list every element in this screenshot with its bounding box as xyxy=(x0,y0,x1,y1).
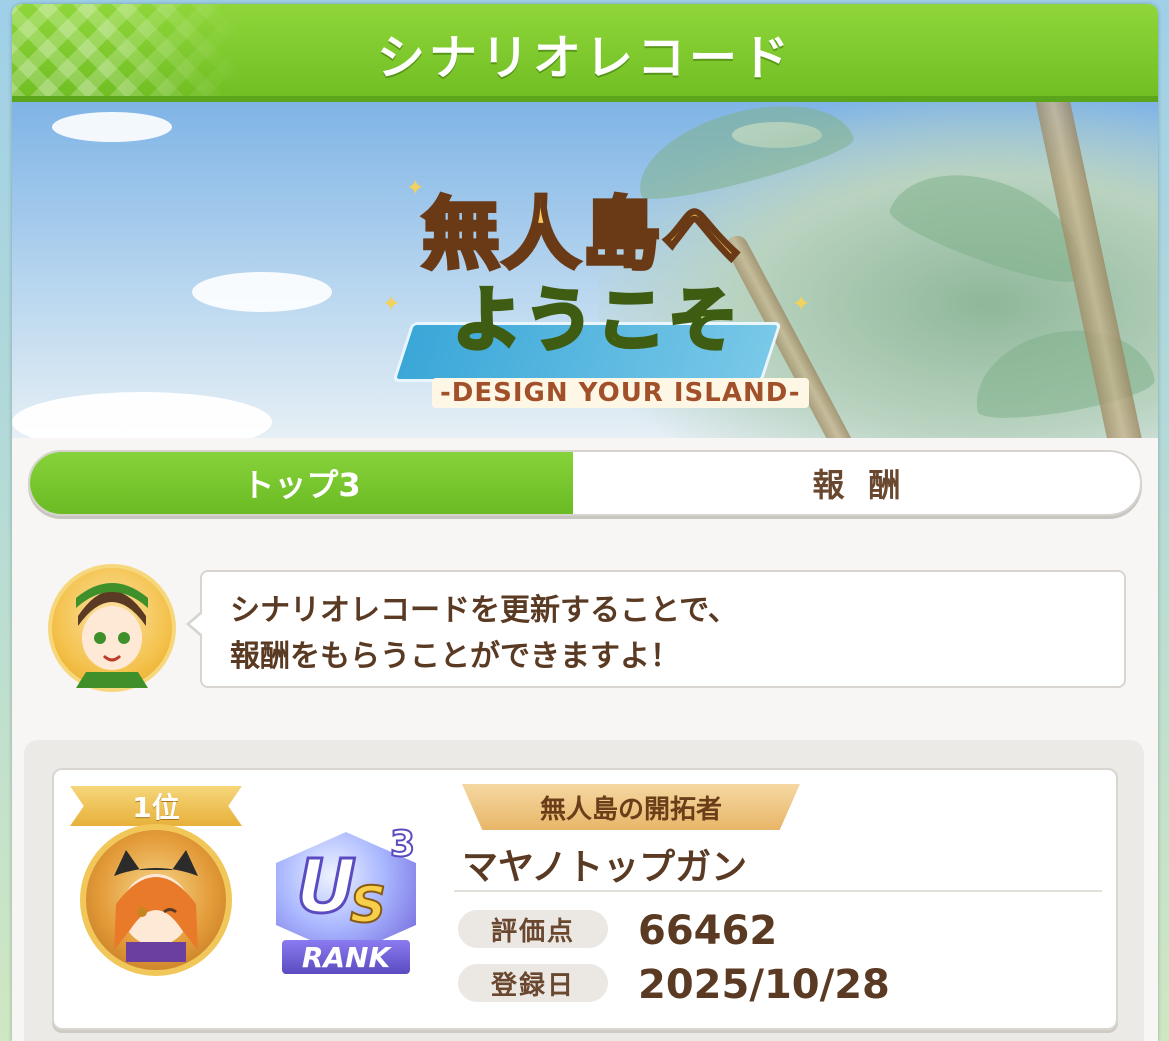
tab-bar: トップ3 報酬 xyxy=(28,450,1142,516)
scenario-record-panel: シナリオレコード 無人島へ ようこそ -DESIGN YOUR ISLAND- … xyxy=(12,4,1158,1041)
rank-letter-s: S xyxy=(349,875,387,935)
tab-top3[interactable]: トップ3 xyxy=(30,452,573,514)
cloud-decoration xyxy=(52,112,172,142)
page-title: シナリオレコード xyxy=(376,30,793,86)
rank-label: RANK xyxy=(282,940,410,974)
rank-position-badge: 1位 xyxy=(70,786,242,826)
guide-avatar xyxy=(48,564,176,692)
trainee-name: マヤノトップガン xyxy=(462,847,748,888)
trainee-character-icon xyxy=(114,850,198,962)
rank-level-number: 3 xyxy=(389,823,416,866)
score-value: 66462 xyxy=(638,908,778,954)
header: シナリオレコード xyxy=(12,4,1158,102)
sparkle-icon: ✦ xyxy=(792,292,811,317)
date-label: 登録日 xyxy=(458,964,608,1002)
us3-rank-icon: U S 3 RANK xyxy=(266,823,426,976)
logo-subtitle: -DESIGN YOUR ISLAND- xyxy=(432,378,809,408)
cloud-decoration xyxy=(192,272,332,312)
sparkle-icon: ✦ xyxy=(382,292,401,317)
scenario-logo: 無人島へ ようこそ -DESIGN YOUR ISLAND- xyxy=(372,172,812,412)
guide-speech-bubble: シナリオレコードを更新することで、 報酬をもらうことができますよ！ xyxy=(186,570,1126,688)
scenario-banner: 無人島へ ようこそ -DESIGN YOUR ISLAND- ✦ ✦ ✦ xyxy=(12,102,1158,438)
logo-title-line2: ようこそ xyxy=(450,277,740,363)
guide-character-icon xyxy=(76,583,148,688)
date-value: 2025/10/28 xyxy=(638,962,890,1008)
speech-line-2: 報酬をもらうことができますよ！ xyxy=(230,639,680,674)
record-divider xyxy=(454,890,1102,892)
trainee-title-badge: 無人島の開拓者 xyxy=(462,784,800,830)
tab-rewards[interactable]: 報酬 xyxy=(573,452,1140,514)
trainee-avatar[interactable] xyxy=(80,824,232,976)
sparkle-icon: ✦ xyxy=(406,176,425,201)
rank-letter-u: U xyxy=(294,843,357,932)
score-label: 評価点 xyxy=(458,910,608,948)
cloud-decoration xyxy=(12,392,272,438)
speech-line-1: シナリオレコードを更新することで、 xyxy=(230,593,738,628)
header-pattern xyxy=(12,4,242,102)
